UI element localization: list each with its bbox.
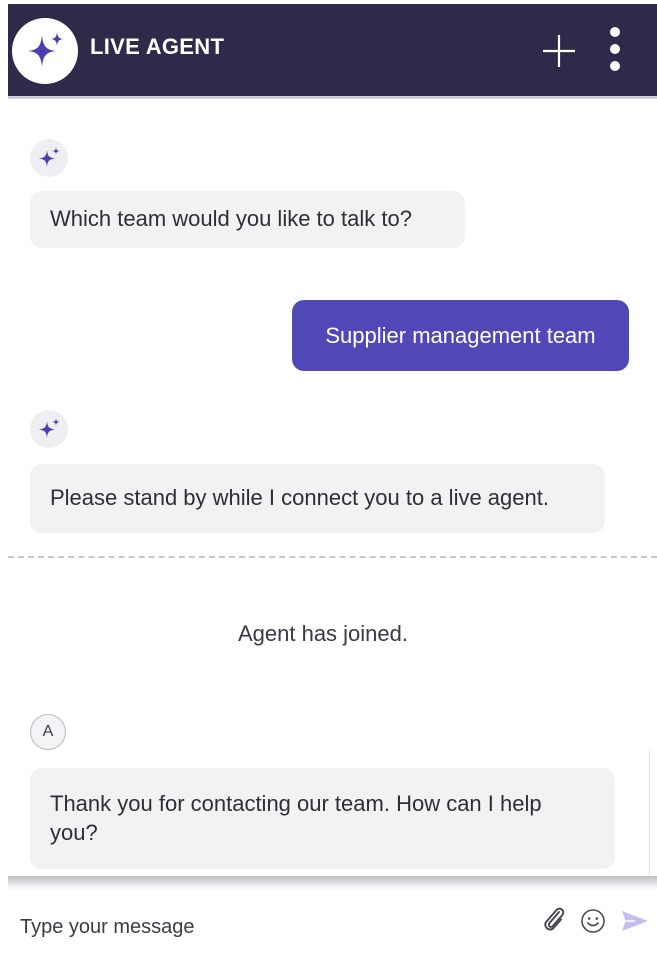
sparkle-logo — [12, 18, 78, 84]
attach-button[interactable] — [541, 904, 567, 939]
send-icon — [622, 911, 648, 931]
bot-message: Please stand by while I connect you to a… — [30, 464, 605, 533]
new-chat-button[interactable] — [540, 32, 578, 70]
emoji-button[interactable] — [580, 908, 606, 939]
message-list: Which team would you like to talk to? Su… — [8, 99, 657, 884]
smiley-icon — [581, 909, 605, 933]
agent-message: Thank you for contacting our team. How c… — [30, 768, 615, 869]
send-button[interactable] — [621, 910, 649, 937]
header-title: LIVE AGENT — [90, 34, 225, 59]
sparkle-icon — [39, 147, 60, 167]
more-options-button[interactable] — [604, 24, 626, 74]
vertical-dots-icon — [610, 27, 620, 71]
chat-header: LIVE AGENT — [8, 4, 657, 96]
plus-icon — [543, 35, 575, 67]
chat-window: LIVE AGENT Which team would you like to … — [8, 4, 657, 954]
message-composer — [8, 890, 657, 954]
message-input[interactable] — [20, 912, 520, 942]
agent-avatar: A — [30, 714, 66, 750]
bot-avatar — [30, 410, 68, 448]
sparkle-icon — [39, 418, 60, 438]
user-message: Supplier management team — [292, 300, 629, 371]
composer-shadow — [8, 876, 657, 890]
sparkle-icon — [28, 32, 63, 67]
bot-avatar — [30, 139, 68, 177]
scrollbar-edge[interactable] — [649, 749, 657, 889]
bot-message: Which team would you like to talk to? — [30, 191, 465, 248]
dashed-divider — [8, 556, 657, 558]
paperclip-icon — [544, 907, 565, 931]
system-message: Agent has joined. — [237, 621, 409, 646]
